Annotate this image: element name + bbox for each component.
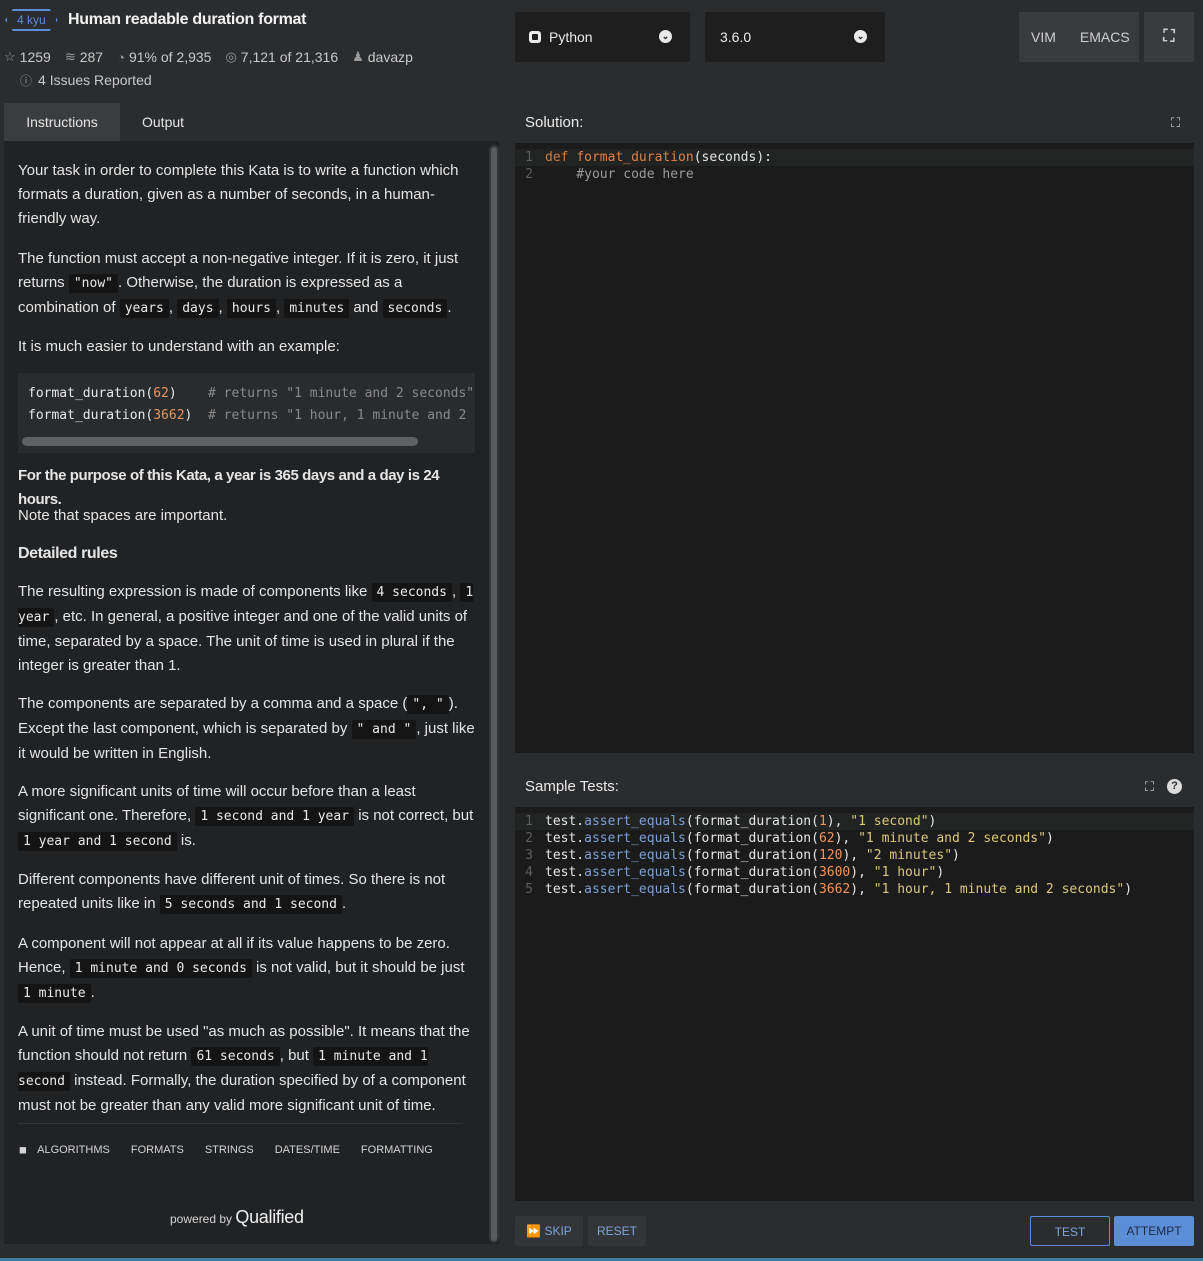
solution-header: Solution: ⛶ — [515, 103, 1194, 143]
chevron-down-icon: ⌄ — [659, 30, 672, 43]
powered-by[interactable]: powered by Qualified — [170, 1207, 304, 1228]
vim-mode-button[interactable]: VIM — [1019, 29, 1068, 45]
tab-output[interactable]: Output — [142, 103, 184, 141]
paragraph: The resulting expression is made of comp… — [18, 583, 474, 674]
kata-header: 4 kyu Human readable duration format ☆ 12… — [0, 0, 505, 100]
paragraph: The components are separated by a comma … — [18, 695, 475, 762]
info-icon: ⓘ — [20, 74, 33, 88]
rank-badge: 4 kyu — [5, 9, 58, 31]
python-icon — [529, 31, 541, 43]
paragraph: A more significant units of time will oc… — [18, 783, 474, 851]
code-line[interactable]: 2 #your code here — [515, 166, 1194, 183]
solution-code[interactable]: 1 def format_duration (seconds): 2 #your c… — [515, 143, 1194, 183]
language-select[interactable]: Python ⌄ — [515, 12, 690, 62]
layers-icon: ≋ — [64, 49, 76, 64]
collections-stat[interactable]: ≋ 287 — [65, 49, 103, 65]
stars-stat[interactable]: ☆ 1259 — [4, 49, 51, 65]
help-icon[interactable]: ? — [1167, 779, 1182, 794]
code-line[interactable]: 2 test. assert_equals (format_duration(62),… — [515, 830, 1194, 847]
tag-dates-time[interactable]: DATES/TIME — [275, 1144, 340, 1156]
user-icon: ♟ — [352, 49, 364, 64]
tag-list: ⬥ ALGORITHMS FORMATS STRINGS DATES/TIME … — [14, 1141, 454, 1158]
description-panel: Instructions Output Your task in order t… — [4, 103, 499, 1244]
skip-button[interactable]: ⏩ SKIP — [515, 1216, 583, 1246]
expand-icon[interactable]: ⛶ — [1145, 767, 1154, 807]
tests-label: Sample Tests: — [525, 778, 619, 795]
target-icon: ◎ — [225, 49, 237, 64]
code-line[interactable]: 4 test. assert_equals (format_duration(3600… — [515, 864, 1194, 881]
emacs-mode-button[interactable]: EMACS — [1068, 29, 1142, 45]
expand-icon: ⛶ — [1163, 28, 1175, 45]
code-line[interactable]: 1 test. assert_equals (format_duration(1), … — [515, 813, 1194, 830]
paragraph: The function must accept a non-negative … — [18, 250, 459, 318]
panel-scrollbar-thumb[interactable] — [491, 147, 497, 1241]
tag-icon: ⬥ — [13, 1141, 31, 1159]
tests-header: Sample Tests: ⛶ ? — [515, 767, 1194, 807]
completed-stat: ◎ 7,121 of 21,316 — [225, 49, 339, 65]
paragraph: A component will not appear at all if it… — [18, 935, 465, 1003]
tests-code[interactable]: 1 test. assert_equals (format_duration(1), … — [515, 807, 1194, 898]
codeblock-scrollbar[interactable] — [22, 437, 418, 446]
solution-label: Solution: — [525, 114, 584, 131]
divider — [18, 1123, 463, 1124]
code-line[interactable]: 5 test. assert_equals (format_duration(3662… — [515, 881, 1194, 898]
paragraph: Your task in order to complete this Kata… — [18, 162, 459, 227]
fast-forward-icon: ⏩ — [526, 1224, 545, 1238]
example-codeblock: format_duration(62) # returns "1 minute … — [18, 373, 475, 453]
kata-title: Human readable duration format — [68, 11, 307, 28]
satisfaction-stat: ◔ 91% of 2,935 — [117, 49, 212, 65]
reset-button[interactable]: RESET — [588, 1216, 646, 1246]
tag-algorithms[interactable]: ALGORITHMS — [37, 1144, 110, 1156]
issues-link[interactable]: ⓘ 4 Issues Reported — [20, 72, 152, 89]
version-select[interactable]: 3.6.0 ⌄ — [705, 12, 885, 62]
fullscreen-button[interactable]: ⛶ — [1144, 12, 1194, 62]
eye-icon: ◔ — [117, 49, 125, 65]
sample-tests-editor[interactable]: Sample Tests: ⛶ ? 1 test. assert_equals (fo… — [515, 767, 1194, 1201]
tag-formats[interactable]: FORMATS — [131, 1144, 184, 1156]
tab-instructions[interactable]: Instructions — [4, 103, 120, 141]
tag-formatting[interactable]: FORMATTING — [361, 1144, 433, 1156]
section-heading: Detailed rules — [18, 545, 118, 562]
code-line[interactable]: 1 def format_duration (seconds): — [515, 149, 1194, 166]
author-stat[interactable]: ♟ davazp — [352, 49, 413, 65]
code-line[interactable]: 3 test. assert_equals (format_duration(120)… — [515, 847, 1194, 864]
attempt-button[interactable]: ATTEMPT — [1114, 1216, 1194, 1246]
editor-mode-group: VIM EMACS — [1019, 12, 1139, 62]
chevron-down-icon: ⌄ — [854, 30, 867, 43]
paragraph: Note that spaces are important. — [18, 507, 228, 524]
paragraph: It is much easier to understand with an … — [18, 338, 340, 355]
kata-stats: ☆ 1259 ≋ 287 ◔ 91% of 2,935 ◎ 7,121 of 21,31… — [4, 49, 427, 65]
paragraph: A unit of time must be used "as much as … — [18, 1023, 470, 1114]
expand-icon[interactable]: ⛶ — [1171, 103, 1180, 143]
panel-tabs: Instructions Output — [4, 103, 499, 141]
tag-strings[interactable]: STRINGS — [205, 1144, 254, 1156]
test-button[interactable]: TEST — [1030, 1216, 1110, 1246]
paragraph: Different components have different unit… — [18, 871, 446, 914]
qualified-logo: Qualified — [235, 1207, 304, 1227]
solution-editor[interactable]: Solution: ⛶ 1 def format_duration (seconds… — [515, 103, 1194, 753]
star-icon: ☆ — [4, 49, 16, 64]
